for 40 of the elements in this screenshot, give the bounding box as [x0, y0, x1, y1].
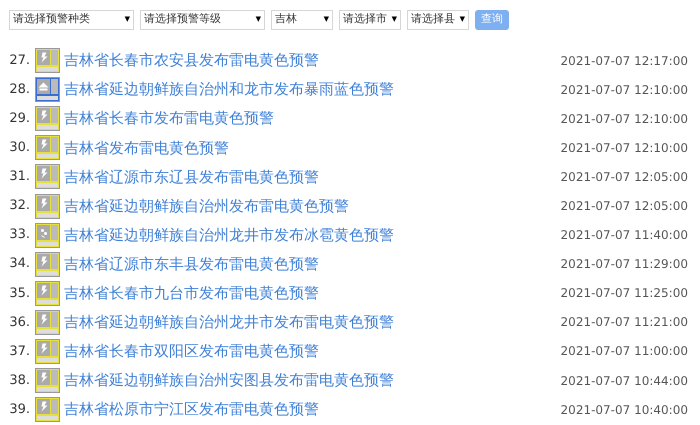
item-number: 35.	[8, 284, 30, 303]
warning-link[interactable]: 吉林省延边朝鲜族自治州龙井市发布冰雹黄色预警	[64, 224, 394, 246]
warning-time: 2021-07-07 11:21:00	[560, 314, 688, 332]
item-number: 38.	[8, 372, 30, 390]
warning-time: 2021-07-07 11:25:00	[560, 285, 688, 302]
item-number: 32.	[8, 197, 30, 216]
warning-time: 2021-07-07 11:40:00	[560, 227, 688, 244]
warning-time: 2021-07-07 12:05:00	[560, 198, 688, 216]
warning-link[interactable]: 吉林省长春市农安县发布雷电黄色预警	[64, 49, 319, 72]
warning-time: 2021-07-07 10:40:00	[560, 402, 688, 419]
warning-time: 2021-07-07 12:10:00	[560, 82, 688, 99]
warning-link[interactable]: 吉林省延边朝鲜族自治州发布雷电黄色预警	[64, 194, 349, 218]
item-number: 34.	[8, 255, 30, 274]
warning-link[interactable]: 吉林省长春市发布雷电黄色预警	[64, 107, 274, 130]
warning-time: 2021-07-07 11:00:00	[560, 343, 688, 360]
warning-time: 2021-07-07 11:29:00	[560, 256, 688, 274]
warning-time: 2021-07-07 12:10:00	[560, 110, 688, 128]
warning-link[interactable]: 吉林省松原市宁江区发布雷电黄色预警	[64, 398, 319, 421]
warning-link[interactable]: 吉林省延边朝鲜族自治州安图县发布雷电黄色预警	[64, 369, 394, 392]
warning-time: 2021-07-07 10:44:00	[560, 372, 688, 390]
item-number: 33.	[8, 226, 30, 244]
warning-link[interactable]: 吉林省长春市双阳区发布雷电黄色预警	[64, 340, 319, 363]
warning-link[interactable]: 吉林省发布雷电黄色预警	[64, 136, 229, 160]
item-number: 39.	[8, 400, 30, 419]
item-number: 28.	[8, 80, 30, 99]
warning-link[interactable]: 吉林省延边朝鲜族自治州龙井市发布雷电黄色预警	[64, 311, 394, 334]
warning-link[interactable]: 吉林省长春市九台市发布雷电黄色预警	[64, 282, 319, 305]
item-number: 31.	[8, 168, 30, 186]
warning-link[interactable]: 吉林省辽源市东丰县发布雷电黄色预警	[64, 252, 319, 276]
warning-time: 2021-07-07 12:05:00	[560, 168, 688, 186]
item-number: 37.	[8, 342, 30, 361]
warning-link[interactable]: 吉林省辽源市东辽县发布雷电黄色预警	[64, 166, 319, 188]
item-number: 30.	[8, 139, 30, 158]
query-button[interactable]: 查询	[475, 10, 509, 30]
item-number: 29.	[8, 110, 30, 128]
warning-time: 2021-07-07 12:17:00	[560, 52, 688, 70]
item-number: 27.	[8, 52, 30, 70]
item-number: 36.	[8, 314, 30, 332]
warning-link[interactable]: 吉林省延边朝鲜族自治州和龙市发布暴雨蓝色预警	[64, 78, 394, 101]
warning-time: 2021-07-07 12:10:00	[560, 140, 688, 157]
